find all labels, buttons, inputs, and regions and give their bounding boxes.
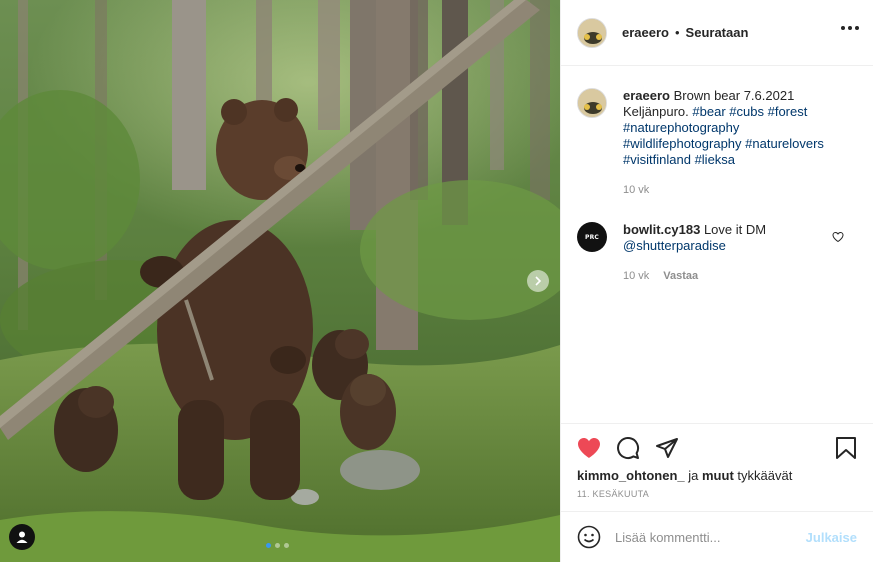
author-avatar[interactable] bbox=[577, 17, 607, 48]
hashtag-link[interactable]: #visitfinland bbox=[623, 152, 691, 167]
comment-text: Love it DM bbox=[703, 222, 767, 237]
next-photo-button[interactable] bbox=[527, 270, 549, 292]
post-actions: kimmo_ohtonen_ ja muut tykkäävät 11. KES… bbox=[561, 423, 873, 511]
add-comment-bar: Julkaise bbox=[561, 511, 873, 562]
carousel-dot bbox=[275, 543, 280, 548]
liker-username[interactable]: kimmo_ohtonen_ bbox=[577, 468, 685, 483]
comment-button[interactable] bbox=[616, 436, 640, 460]
carousel-dot-active bbox=[266, 543, 271, 548]
heart-outline-icon bbox=[832, 231, 844, 243]
header-separator: • bbox=[674, 25, 680, 40]
comment-meta: 10 vk Vastaa bbox=[623, 268, 838, 284]
bookmark-icon bbox=[836, 437, 856, 459]
mention-link[interactable]: @shutterparadise bbox=[623, 238, 726, 253]
caption-meta: 10 vk bbox=[623, 182, 838, 198]
save-button[interactable] bbox=[835, 436, 857, 460]
comments-section: eraeero Brown bear 7.6.2021 Keljänpuro. … bbox=[561, 66, 873, 423]
comment-input[interactable] bbox=[615, 529, 805, 545]
caption-body: eraeero Brown bear 7.6.2021 Keljänpuro. … bbox=[623, 88, 838, 198]
carousel-indicator bbox=[266, 543, 289, 548]
post-sidebar: eraeero • Seurataan eraeero Brown bear 7… bbox=[560, 0, 873, 562]
heart-filled-icon bbox=[578, 438, 600, 458]
likes-suffix: tykkäävät bbox=[737, 468, 793, 483]
hashtag-link[interactable]: #naturephotography bbox=[623, 120, 739, 135]
author-avatar-image bbox=[578, 18, 606, 47]
comment-text-block: bowlit.cy183 Love it DM @shutterparadise bbox=[623, 222, 838, 254]
comment-body: bowlit.cy183 Love it DM @shutterparadise… bbox=[623, 222, 838, 284]
caption-author-avatar[interactable] bbox=[577, 88, 607, 118]
comment-row: PRC bowlit.cy183 Love it DM @shutterpara… bbox=[577, 222, 857, 284]
emoji-icon bbox=[577, 525, 601, 549]
hashtag-link[interactable]: #naturelovers bbox=[745, 136, 824, 151]
likes-connector: ja bbox=[688, 468, 699, 483]
caption-row: eraeero Brown bear 7.6.2021 Keljänpuro. … bbox=[577, 88, 857, 198]
chevron-right-icon bbox=[535, 276, 542, 286]
hashtag-link[interactable]: #cubs bbox=[729, 104, 764, 119]
share-icon bbox=[656, 438, 678, 458]
like-button[interactable] bbox=[577, 437, 601, 459]
caption-timestamp[interactable]: 10 vk bbox=[623, 182, 649, 198]
likes-summary: kimmo_ohtonen_ ja muut tykkäävät bbox=[577, 468, 857, 483]
hashtag-link[interactable]: #forest bbox=[768, 104, 808, 119]
hashtag-link[interactable]: #lieksa bbox=[695, 152, 735, 167]
following-button[interactable]: Seurataan bbox=[686, 25, 749, 40]
author-username[interactable]: eraeero bbox=[622, 25, 669, 40]
caption-text-block: eraeero Brown bear 7.6.2021 Keljänpuro. … bbox=[623, 88, 838, 168]
tagged-users-button[interactable] bbox=[9, 524, 35, 550]
likes-others-link[interactable]: muut bbox=[702, 468, 734, 483]
carousel-dot bbox=[284, 543, 289, 548]
post-header: eraeero • Seurataan bbox=[561, 0, 873, 66]
post-photo[interactable] bbox=[0, 0, 560, 562]
caption-username[interactable]: eraeero bbox=[623, 88, 670, 103]
comment-icon bbox=[617, 437, 640, 459]
comment-timestamp[interactable]: 10 vk bbox=[623, 268, 649, 284]
more-icon bbox=[841, 26, 845, 30]
commenter-username[interactable]: bowlit.cy183 bbox=[623, 222, 700, 237]
share-button[interactable] bbox=[655, 436, 679, 460]
emoji-button[interactable] bbox=[577, 525, 601, 549]
commenter-avatar[interactable]: PRC bbox=[577, 222, 607, 252]
post-comment-button[interactable]: Julkaise bbox=[806, 530, 857, 545]
caption-avatar-image bbox=[578, 89, 606, 117]
like-comment-button[interactable] bbox=[832, 231, 844, 246]
user-tag-icon bbox=[16, 531, 28, 543]
reply-button[interactable]: Vastaa bbox=[663, 268, 698, 284]
bear-photo-image bbox=[0, 0, 560, 562]
action-icons bbox=[577, 436, 857, 460]
hashtag-link[interactable]: #wildlifephotography bbox=[623, 136, 742, 151]
post-date[interactable]: 11. KESÄKUUTA bbox=[577, 489, 857, 499]
more-options-button[interactable] bbox=[841, 26, 859, 30]
hashtag-link[interactable]: #bear bbox=[692, 104, 725, 119]
